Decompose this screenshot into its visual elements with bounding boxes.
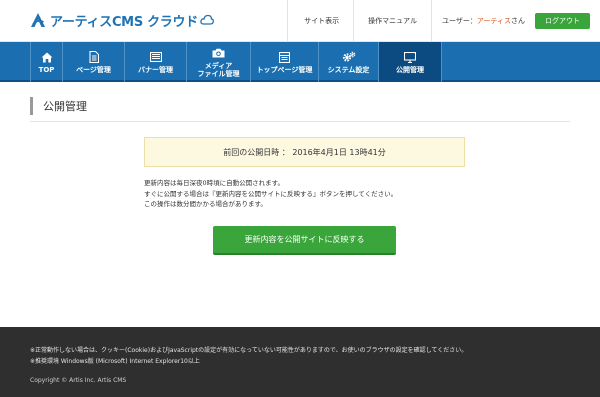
manual-link[interactable]: 操作マニュアル [353,0,431,42]
copyright: Copyright © Artis Inc. Artis CMS [30,377,127,384]
nav-item-system-settings[interactable]: システム設定 [318,42,378,82]
header: アーティスCMS クラウド サイト表示 操作マニュアル ユーザー： アーティス … [0,0,600,42]
nav-label-page-management: ページ管理 [76,65,111,74]
nav-item-top[interactable]: TOP [30,42,62,82]
home-icon [40,51,54,64]
nav-item-publish-management[interactable]: 公開管理 [378,42,442,82]
nav-label-top: TOP [38,65,55,74]
nav-item-top-page-management[interactable]: トップページ管理 [250,42,318,82]
camera-icon [212,47,226,60]
nav-label-top-page-management: トップページ管理 [256,65,313,74]
cloud-icon [200,14,214,25]
document-icon [87,51,101,64]
page-title: 公開管理 [43,100,87,113]
page-title-wrap: 公開管理 [30,97,87,115]
last-publish-value: 2016年4月1日 13時41分 [292,147,386,157]
nav-label-publish-management: 公開管理 [396,65,424,74]
nav-item-media-file-management[interactable]: メディア ファイル管理 [186,42,250,82]
nav-item-banner-management[interactable]: バナー管理 [124,42,186,82]
logo[interactable]: アーティスCMS クラウド [30,9,214,31]
banner-icon [149,51,163,64]
description: 更新内容は毎日深夜0時頃に自動公開されます。 すぐに公開する場合は『更新内容を公… [144,178,397,210]
monitor-icon [403,51,417,64]
title-divider [30,121,570,122]
nav-label-media-file-management: メディア ファイル管理 [197,61,240,78]
description-line: すぐに公開する場合は『更新内容を公開サイトに反映する』ボタンを押してください。 [144,189,398,198]
top-links: サイト表示 操作マニュアル ユーザー： アーティス さん ログアウト [287,0,600,42]
publish-changes-button[interactable]: 更新内容を公開サイトに反映する [213,226,396,255]
nav-label-banner-management: バナー管理 [138,65,173,74]
footer-note-cookie: ※正常動作しない場合は、クッキー(Cookie)およびJavaScriptの設定… [30,347,468,354]
gears-icon [342,51,356,64]
top-page-icon [278,51,292,64]
nav-label-system-settings: システム設定 [327,65,370,74]
main-nav: TOP ページ管理 バナー管理 メディア ファイル管理 トップページ管理 システ… [0,42,600,82]
footer-note-environment: ※推奨環境 Windows版 (Microsoft) Internet Expl… [30,358,200,365]
description-line: この操作は数分間かかる場合があります。 [144,200,267,208]
user-label: ユーザー： [441,17,477,25]
user-suffix: さん [511,17,525,25]
logout-button[interactable]: ログアウト [535,13,590,29]
logo-mark-icon [31,13,45,27]
last-publish-notice: 前回の公開日時 ： 2016年4月1日 13時41分 [144,137,465,167]
site-view-link[interactable]: サイト表示 [287,0,353,42]
logo-text: アーティスCMS クラウド [50,14,198,30]
footer: ※正常動作しない場合は、クッキー(Cookie)およびJavaScriptの設定… [0,327,600,397]
last-publish-label: 前回の公開日時 ： [223,147,293,157]
user-area: ユーザー： アーティス さん ログアウト [430,0,600,42]
user-name: アーティス [476,17,511,25]
description-line: 更新内容は毎日深夜0時頃に自動公開されます。 [144,179,284,187]
nav-item-page-management[interactable]: ページ管理 [62,42,124,82]
